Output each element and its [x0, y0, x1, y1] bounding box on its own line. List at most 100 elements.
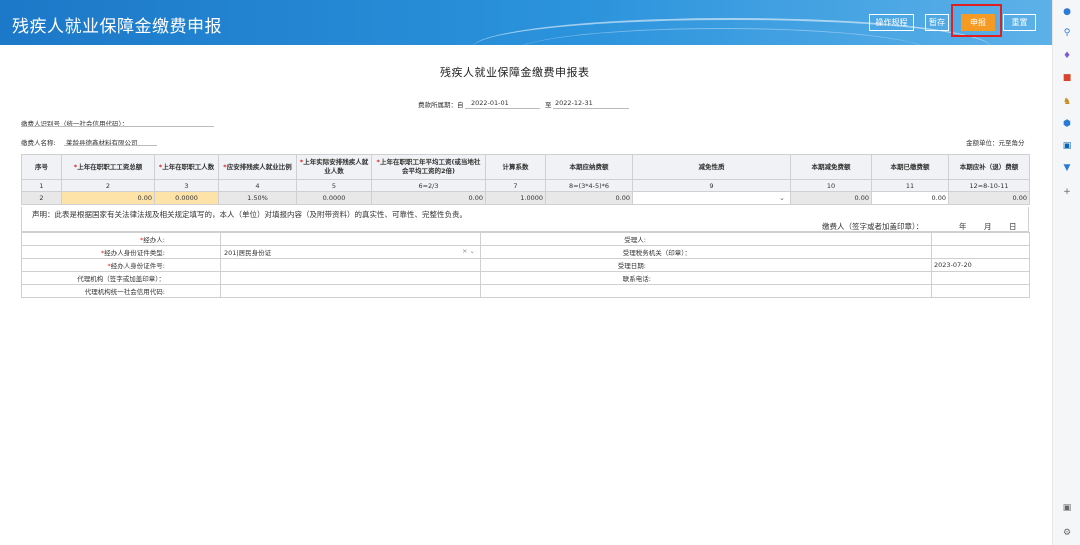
declaration-text: 声明：此表是根据国家有关法律法规及相关规定填写的，本人（单位）对填报内容（及附带… [32, 210, 467, 219]
agent-id-type-label: *经办人身份证件类型: [21, 245, 221, 259]
screen-icon[interactable]: ▣ [1061, 502, 1073, 514]
header-exemption-amount: 本期减免费额 [790, 154, 872, 180]
header-employee-count: *上年在职职工人数 [154, 154, 219, 180]
index-cell: 1 [21, 179, 62, 192]
year-label: 年 [959, 222, 967, 231]
tag-icon[interactable]: ♦ [1061, 50, 1073, 62]
header-exemption-type: 减免性质 [632, 154, 791, 180]
clear-icon[interactable]: × ⌄ [462, 247, 475, 255]
total-wages-input[interactable]: 0.00 [61, 191, 155, 205]
index-cell: 8=(3*4-5)*6 [545, 179, 633, 192]
signature-label: 缴费人（签字或者加盖印章）： [822, 222, 924, 231]
agency-code-input[interactable] [220, 284, 481, 298]
agency-code-label: 代理机构统一社会信用代码: [21, 284, 221, 298]
header-ratio: *应安排残疾人就业比例 [218, 154, 297, 180]
index-cell: 3 [154, 179, 219, 192]
header-coefficient: 计算系数 [485, 154, 546, 180]
empty-cell [931, 284, 1030, 298]
header-disabled-count: *上年实际安排残疾人就业人数 [296, 154, 372, 180]
month-label: 月 [984, 222, 992, 231]
save-draft-button[interactable]: 暂存 [925, 14, 949, 31]
gear-icon[interactable]: ⚙ [1061, 527, 1073, 539]
empty-cell [480, 284, 932, 298]
agent-label: *经办人: [21, 232, 221, 246]
funnel-icon[interactable]: ▼ [1061, 162, 1073, 174]
users-icon[interactable]: ♞ [1061, 96, 1073, 108]
taxpayer-id-underline [21, 126, 214, 127]
info-row: *经办人身份证件类型: 201|居民身份证 × ⌄ 受理税务机关（印章）： [21, 245, 1030, 259]
period-end-field[interactable]: 2022-12-31 [555, 99, 593, 107]
tax-office-input[interactable] [931, 245, 1030, 259]
phone-input[interactable] [931, 271, 1030, 285]
index-cell: 11 [871, 179, 949, 192]
declaration-table: 序号 *上年在职职工工资总额 *上年在职职工人数 *应安排残疾人就业比例 *上年… [21, 154, 1030, 205]
disabled-count-value: 0.0000 [296, 191, 372, 205]
period-end-underline [553, 108, 629, 109]
agent-id-type-select[interactable]: 201|居民身份证 × ⌄ [220, 245, 481, 259]
agent-id-no-input[interactable] [220, 258, 481, 272]
index-cell: 5 [296, 179, 372, 192]
index-cell: 9 [632, 179, 791, 192]
app-header: 残疾人就业保障金缴费申报 操作规程 暂存 申报 重置 [0, 0, 1052, 45]
header-total-wages: *上年在职职工工资总额 [61, 154, 155, 180]
agent-id-type-value: 201|居民身份证 [224, 249, 272, 257]
employee-count-input[interactable]: 0.0000 [154, 191, 219, 205]
agent-id-no-label: *经办人身份证件号: [21, 258, 221, 272]
exemption-amount-value: 0.00 [790, 191, 872, 205]
operation-guide-button[interactable]: 操作规程 [869, 14, 914, 31]
phone-label: 联系电话: [480, 271, 932, 285]
header-seq: 序号 [21, 154, 62, 180]
reset-button[interactable]: 重置 [1003, 14, 1036, 31]
chevron-down-icon: ⌄ [779, 194, 785, 202]
row-seq: 2 [21, 191, 62, 205]
period-start-underline [465, 108, 540, 109]
briefcase-icon[interactable]: ■ [1061, 72, 1073, 84]
index-cell: 10 [790, 179, 872, 192]
ratio-value: 1.50% [218, 191, 297, 205]
index-cell: 7 [485, 179, 546, 192]
due-amount-value: 0.00 [948, 191, 1030, 205]
receive-date-value: 2023-07-20 [931, 258, 1030, 272]
table-row: 2 0.00 0.0000 1.50% 0.0000 0.00 1.0000 0… [21, 191, 1030, 205]
header-payable: 本期应纳费额 [545, 154, 633, 180]
right-sidebar: ● ⚲ ♦ ■ ♞ ⬢ ▣ ▼ + ▣ ⚙ [1052, 0, 1080, 545]
highlight-box [951, 4, 1002, 37]
table-header-row: 序号 *上年在职职工工资总额 *上年在职职工人数 *应安排残疾人就业比例 *上年… [21, 154, 1030, 180]
header-due: 本期应补（退）费额 [948, 154, 1030, 180]
exemption-type-select[interactable]: ⌄ [632, 191, 791, 205]
declaration-row: 声明：此表是根据国家有关法律法规及相关规定填写的，本人（单位）对填报内容（及附带… [21, 207, 1029, 232]
handler-info-table: *经办人: 受理人: *经办人身份证件类型: 201|居民身份证 × ⌄ 受理税务… [21, 232, 1030, 298]
index-cell: 2 [61, 179, 155, 192]
index-cell: 4 [218, 179, 297, 192]
info-row: *经办人: 受理人: [21, 232, 1030, 246]
period-label: 费款所属期：自 [418, 101, 464, 109]
index-cell: 12=8-10-11 [948, 179, 1030, 192]
bell-icon[interactable]: ● [1061, 6, 1073, 18]
period-start-field[interactable]: 2022-01-01 [471, 99, 509, 107]
taxpayer-name-underline [64, 145, 157, 146]
agency-label: 代理机构（签字或加盖印章）： [21, 271, 221, 285]
outlook-icon[interactable]: ▣ [1061, 140, 1073, 152]
agent-input[interactable] [220, 232, 481, 246]
plus-icon[interactable]: + [1061, 186, 1073, 198]
info-row: 代理机构统一社会信用代码: [21, 284, 1030, 298]
payable-value: 0.00 [545, 191, 633, 205]
receiver-input[interactable] [931, 232, 1030, 246]
page-title: 残疾人就业保障金缴费申报 [12, 17, 222, 37]
shield-icon[interactable]: ⬢ [1061, 118, 1073, 130]
paid-amount-input[interactable]: 0.00 [871, 191, 949, 205]
table-index-row: 1 2 3 4 5 6=2/3 7 8=(3*4-5)*6 9 10 11 12… [21, 179, 1030, 192]
receiver-label: 受理人: [480, 232, 932, 246]
taxpayer-name-label: 缴费人名称: [21, 139, 56, 147]
info-row: 代理机构（签字或加盖印章）： 联系电话: [21, 271, 1030, 285]
form-title: 残疾人就业保障金缴费申报表 [440, 66, 590, 79]
index-cell: 6=2/3 [371, 179, 486, 192]
agency-input[interactable] [220, 271, 481, 285]
receive-date-label: 受理日期: [480, 258, 932, 272]
tax-office-label: 受理税务机关（印章）： [480, 245, 932, 259]
period-to-label: 至 [545, 101, 552, 109]
search-icon[interactable]: ⚲ [1061, 27, 1073, 39]
amount-unit: 金额单位：元至角分 [966, 139, 1025, 147]
coefficient-value: 1.0000 [485, 191, 546, 205]
day-label: 日 [1009, 222, 1017, 231]
